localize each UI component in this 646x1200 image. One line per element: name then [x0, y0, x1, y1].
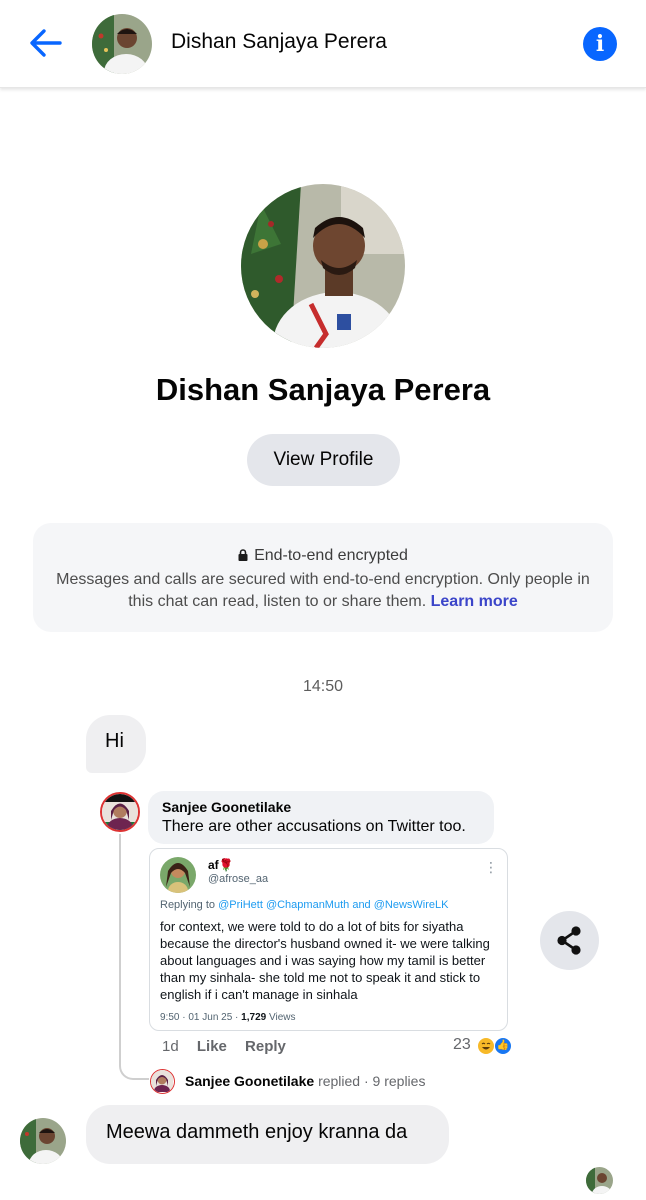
- encryption-notice: End-to-end encrypted Messages and calls …: [33, 523, 613, 632]
- reply-author-avatar: [150, 1069, 175, 1094]
- more-vertical-icon: ⋮: [484, 859, 498, 875]
- like-reaction-icon: 👍: [494, 1037, 512, 1055]
- back-button[interactable]: [22, 22, 70, 64]
- comment-author-avatar: [100, 792, 140, 832]
- header-title[interactable]: Dishan Sanjaya Perera: [171, 30, 387, 54]
- arrow-left-icon: [30, 29, 62, 57]
- profile-name: Dishan Sanjaya Perera: [155, 372, 491, 407]
- info-button[interactable]: i: [583, 27, 617, 61]
- header-avatar[interactable]: [92, 14, 152, 74]
- comment-actions: 1d Like Reply: [162, 1038, 300, 1055]
- comment-text: There are other accusations on Twitter t…: [162, 818, 466, 835]
- view-profile-button[interactable]: View Profile: [247, 434, 400, 486]
- encryption-title: End-to-end encrypted: [254, 547, 408, 564]
- share-button[interactable]: [540, 911, 599, 970]
- replies-summary: Sanjee Goonetilake replied · 9 replies: [185, 1073, 425, 1089]
- learn-more-link[interactable]: Learn more: [431, 593, 518, 610]
- tweet-avatar: [160, 857, 196, 893]
- comment-bubble: Sanjee Goonetilake There are other accus…: [148, 791, 494, 844]
- sender-avatar[interactable]: [20, 1118, 66, 1164]
- message-timestamp: 14:50: [302, 678, 344, 695]
- message-bubble[interactable]: Meewa dammeth enjoy kranna da: [86, 1105, 449, 1164]
- tweet-author-name: af🌹: [208, 858, 234, 872]
- reply-action: Reply: [245, 1038, 286, 1055]
- embedded-tweet: af🌹 @afrose_aa ⋮ Replying to @PriHett @C…: [149, 848, 508, 1031]
- tweet-replying-to: Replying to @PriHett @ChapmanMuth and @N…: [160, 899, 448, 911]
- reaction-count: 23: [453, 1036, 471, 1053]
- like-action: Like: [196, 1038, 227, 1055]
- seen-receipt-avatar: [586, 1167, 613, 1194]
- share-icon: [557, 926, 581, 955]
- haha-reaction-icon: [477, 1037, 495, 1055]
- comment-author: Sanjee Goonetilake: [162, 799, 292, 815]
- tweet-time-date: 9:50 · 01 Jun 25 ·: [160, 1012, 239, 1023]
- reply-author: Sanjee Goonetilake: [185, 1073, 315, 1089]
- tweet-views-label: Views: [268, 1012, 296, 1023]
- reply-count: · 9 replies: [363, 1073, 426, 1089]
- thread-connector: [119, 834, 149, 1080]
- info-icon: i: [595, 31, 605, 57]
- replying-mentions: @PriHett @ChapmanMuth and @NewsWireLK: [218, 899, 449, 911]
- tweet-handle: @afrose_aa: [208, 873, 269, 885]
- tweet-body: for context, we were told to do a lot of…: [160, 919, 490, 1002]
- message-bubble[interactable]: Hi: [86, 715, 146, 773]
- replying-prefix: Replying to: [160, 899, 216, 911]
- lock-icon: [238, 549, 248, 561]
- chat-header: Dishan Sanjaya Perera i: [0, 0, 646, 88]
- comment-age: 1d: [162, 1038, 179, 1055]
- tweet-meta: 9:50 · 01 Jun 25 · 1,729 Views: [160, 1012, 295, 1023]
- reply-verb: replied: [318, 1073, 361, 1089]
- profile-avatar[interactable]: [241, 184, 405, 348]
- tweet-views-count: 1,729: [241, 1012, 267, 1023]
